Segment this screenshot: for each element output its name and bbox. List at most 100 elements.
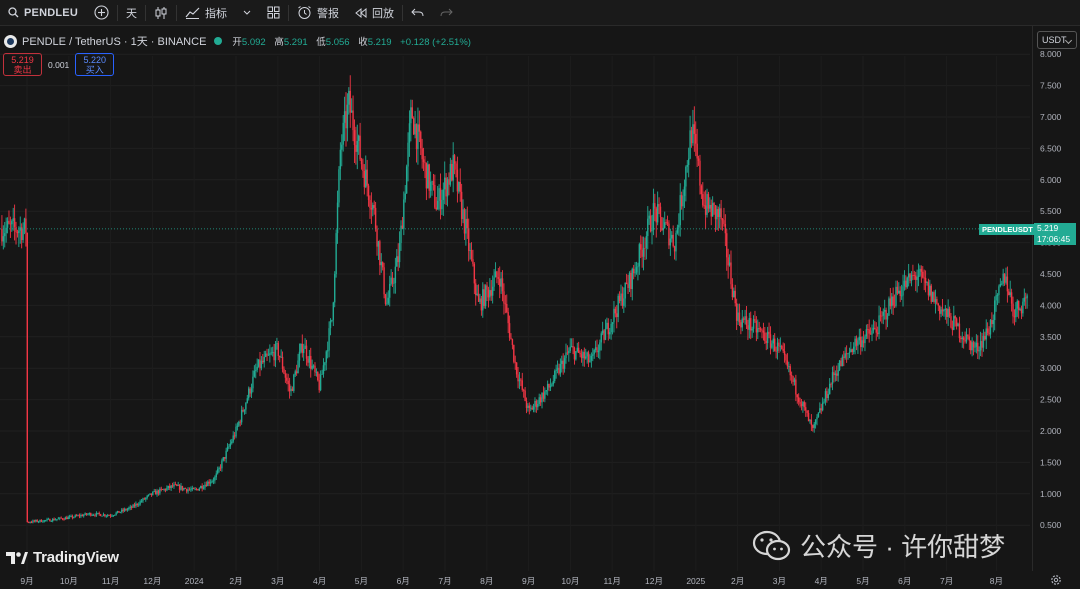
chart-type-button[interactable] <box>146 0 176 26</box>
indicator-templates-dropdown[interactable] <box>235 0 259 26</box>
candle-body <box>331 319 333 321</box>
symbol-name: PENDLEU <box>24 6 78 19</box>
candle-body <box>841 356 844 367</box>
candle-body <box>405 166 408 194</box>
candle-body <box>211 481 213 483</box>
candle-body <box>693 124 696 134</box>
price-axis[interactable]: 0.500 1.000 1.500 2.000 2.500 3.000 3.500 4.000… <box>1040 49 1062 530</box>
candle-body <box>806 410 808 413</box>
candle-body <box>830 383 832 385</box>
time-tick-label: 6月 <box>898 576 911 586</box>
candle-body <box>902 286 904 296</box>
ohlc-values: 开5.092 高5.291 低5.056 收5.219 +0.128 (+2.5… <box>232 34 477 48</box>
candle-body <box>988 332 990 335</box>
candle-body <box>458 182 460 192</box>
candle-body <box>184 488 186 489</box>
candle-body <box>198 488 201 491</box>
candle-body <box>70 515 72 517</box>
candle-body <box>833 372 835 376</box>
candle-body <box>782 348 784 352</box>
candle-body <box>106 515 109 517</box>
candle-body <box>18 230 20 234</box>
candle-body <box>469 250 471 251</box>
candle-body <box>771 343 773 348</box>
candle-body <box>314 365 316 373</box>
candle-body <box>915 275 917 280</box>
chart-grid <box>0 53 1030 571</box>
candle-body <box>228 446 230 448</box>
candle-body <box>73 517 75 518</box>
candle-body <box>754 319 756 321</box>
sell-button[interactable]: 5.219 卖出 <box>3 53 42 76</box>
candle-body <box>912 275 914 276</box>
candle-body <box>610 323 612 333</box>
candle-body <box>645 236 648 249</box>
candle-body <box>350 110 353 113</box>
settings-gear-icon[interactable] <box>1050 574 1062 586</box>
candle-body <box>345 111 347 129</box>
undo-button[interactable] <box>403 0 432 26</box>
candle-body <box>984 335 986 340</box>
replay-button[interactable]: 回放 <box>347 0 402 26</box>
alerts-button[interactable]: 警报 <box>289 0 347 26</box>
candle-body <box>652 203 655 230</box>
candle-body <box>180 485 182 490</box>
candle-body <box>191 487 193 490</box>
candle-body <box>803 402 806 408</box>
indicators-button[interactable]: 指标 <box>177 0 235 26</box>
candle-body <box>587 352 590 363</box>
interval-button[interactable]: 天 <box>118 0 145 26</box>
candle-body <box>600 333 602 343</box>
candle-body <box>130 506 133 508</box>
candle-body <box>527 405 529 408</box>
candle-body <box>287 380 289 385</box>
time-axis[interactable]: 9月 10月 11月 12月 2024 2月 3月 4月 5月 6月 7月 8月 9月 10月 11月 12月… <box>20 576 1003 586</box>
candle-body <box>573 347 576 360</box>
tradingview-logo[interactable]: TradingView <box>6 549 119 566</box>
currency-select[interactable]: USDT <box>1037 31 1077 49</box>
symbol-search-button[interactable]: PENDLEU <box>0 0 86 26</box>
candle-body <box>823 401 825 403</box>
candle-body <box>545 390 547 392</box>
candle-body <box>2 236 5 242</box>
candle-body <box>231 441 233 444</box>
candle-body <box>253 370 256 377</box>
candle-body <box>563 358 566 369</box>
candle-body <box>556 367 559 370</box>
buy-button[interactable]: 5.220 买入 <box>75 53 115 76</box>
compare-symbol-button[interactable] <box>86 0 117 26</box>
candle-body <box>565 352 567 359</box>
candle-body <box>238 421 240 426</box>
candle-body <box>56 519 58 520</box>
candle-body <box>585 356 587 359</box>
redo-button[interactable] <box>432 0 461 26</box>
candle-body <box>635 267 638 273</box>
candle-body <box>339 149 342 170</box>
candle-body <box>704 205 707 215</box>
candle-body <box>421 148 423 160</box>
layout-button[interactable] <box>259 0 288 26</box>
candle-body <box>194 488 196 490</box>
candle-body <box>531 407 533 410</box>
bar-countdown: 17:06:45 <box>1037 234 1071 244</box>
candle-body <box>790 375 793 377</box>
candle-body <box>109 515 112 517</box>
candle-body <box>766 331 769 344</box>
legend-title[interactable]: PENDLE / TetherUS · 1天 · BINANCE <box>22 33 206 49</box>
candle-body <box>156 490 158 495</box>
candle-body <box>71 515 74 518</box>
time-tick-label: 9月 <box>20 576 33 586</box>
price-chart[interactable]: 0.500 1.000 1.500 2.000 2.500 3.000 3.500 4.000… <box>0 26 1080 589</box>
candle-body <box>970 340 972 351</box>
candle-body <box>903 280 906 287</box>
time-tick-label: 2025 <box>686 576 705 586</box>
candle-body <box>166 487 168 491</box>
candle-body <box>559 363 562 374</box>
candle-body <box>102 514 105 516</box>
candle-body <box>641 249 643 257</box>
candle-body <box>178 484 181 490</box>
candle-body <box>449 163 452 185</box>
candle-body <box>266 353 268 356</box>
candle-body <box>613 308 615 323</box>
candle-body <box>486 285 488 290</box>
